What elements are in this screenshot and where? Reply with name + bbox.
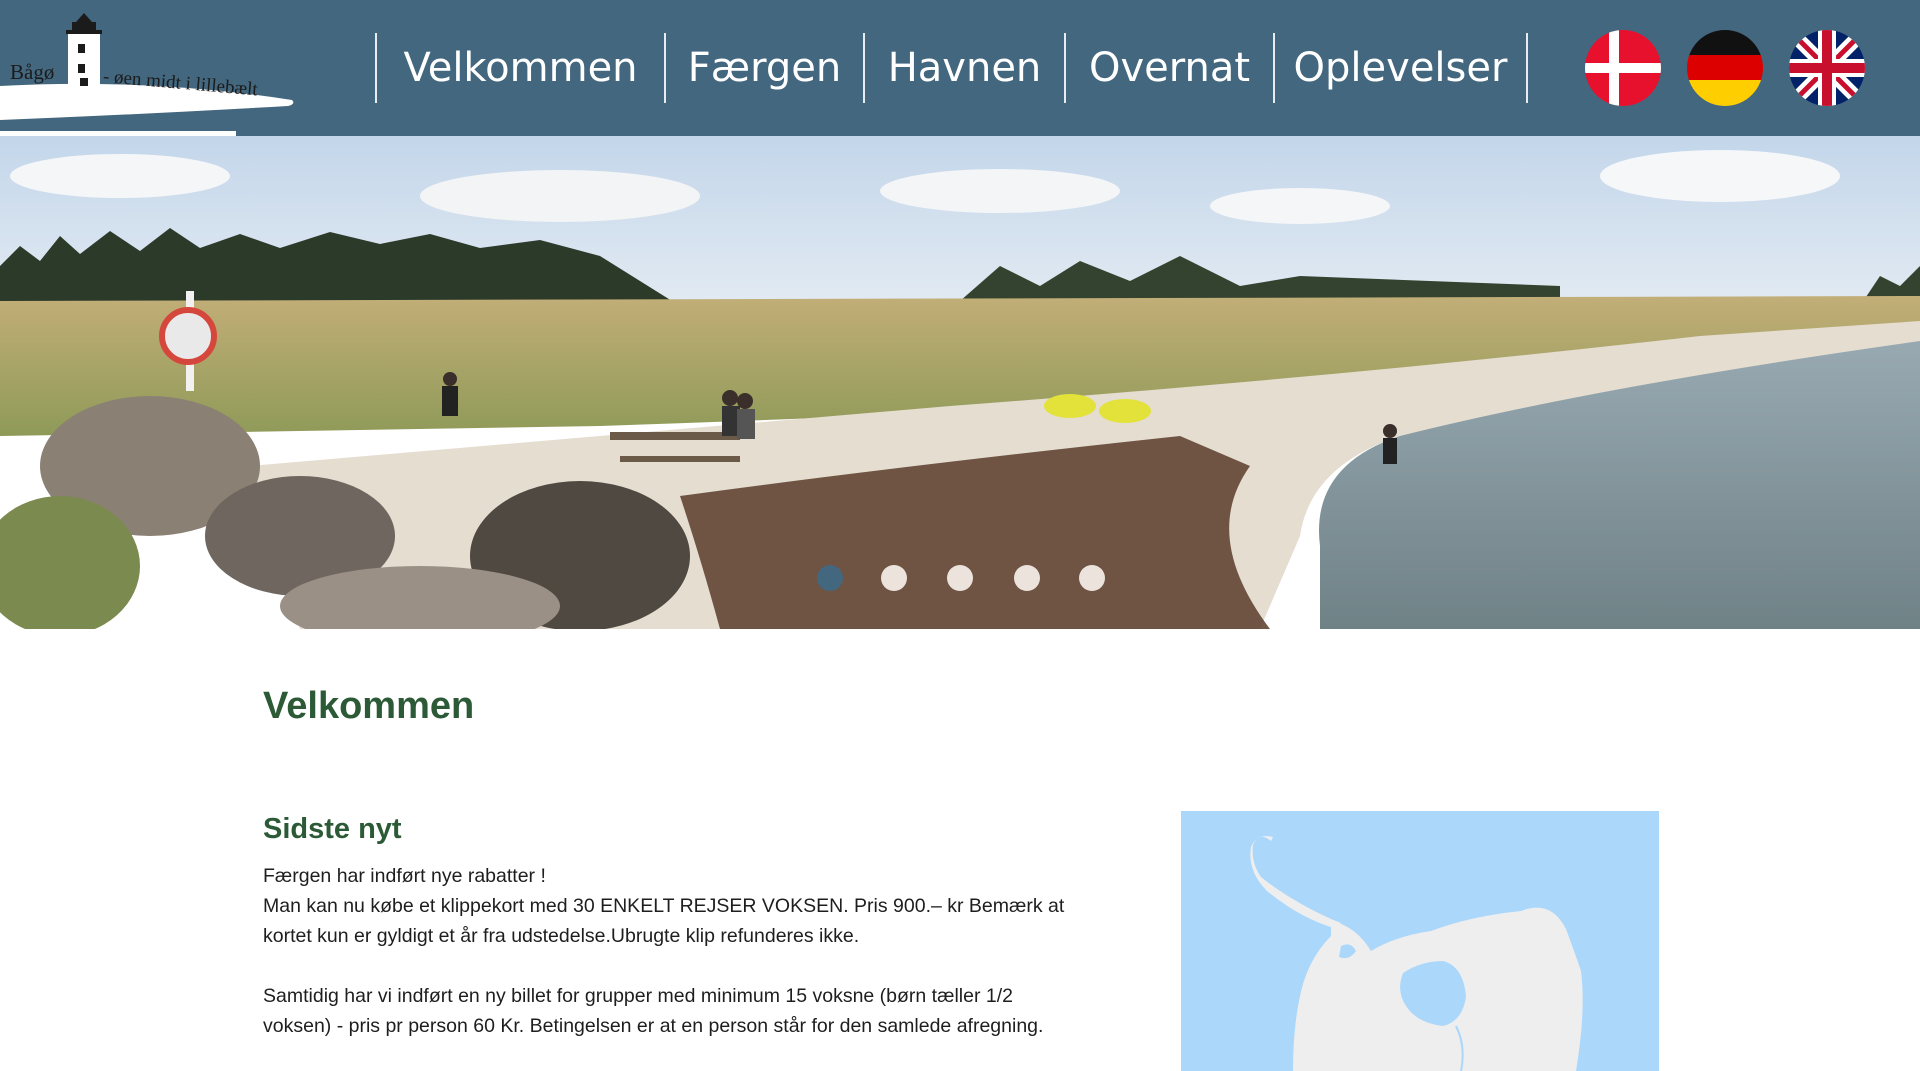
nav-item-havnen[interactable]: Havnen <box>865 33 1066 103</box>
slider-dot-1[interactable] <box>817 565 843 591</box>
news-heading: Sidste nyt <box>263 813 402 845</box>
slider-dot-4[interactable] <box>1014 565 1040 591</box>
logo-name: Bågø <box>10 60 55 84</box>
hero-beach-image <box>0 136 1920 629</box>
map-graphic <box>1250 836 1583 1071</box>
german-flag-icon[interactable] <box>1687 30 1763 106</box>
site-header: Bågø - øen midt i lillebælt Velkommen Fæ… <box>0 0 1920 136</box>
hero-slider <box>0 136 1920 629</box>
nav-item-faergen[interactable]: Færgen <box>666 33 865 103</box>
slider-dot-3[interactable] <box>947 565 973 591</box>
nav-item-oplevelser[interactable]: Oplevelser <box>1275 33 1528 103</box>
nav-item-velkommen[interactable]: Velkommen <box>377 33 666 103</box>
danish-flag-icon[interactable] <box>1585 30 1661 106</box>
slider-dot-2[interactable] <box>881 565 907 591</box>
page-title: Velkommen <box>263 685 475 727</box>
island-map[interactable] <box>1181 811 1659 1071</box>
main-nav: Velkommen Færgen Havnen Overnat Oplevels… <box>375 33 1528 103</box>
news-body: Færgen har indført nye rabatter ! Man ka… <box>263 861 1083 1041</box>
site-logo[interactable]: Bågø - øen midt i lillebælt <box>0 0 300 136</box>
nav-item-overnat[interactable]: Overnat <box>1066 33 1275 103</box>
news-paragraph-1: Færgen har indført nye rabatter ! <box>263 865 546 887</box>
uk-flag-icon[interactable] <box>1789 30 1865 106</box>
news-paragraph-2: Man kan nu købe et klippekort med 30 ENK… <box>263 895 1065 947</box>
news-paragraph-3: Samtidig har vi indført en ny billet for… <box>263 985 1044 1037</box>
slider-dot-5[interactable] <box>1079 565 1105 591</box>
